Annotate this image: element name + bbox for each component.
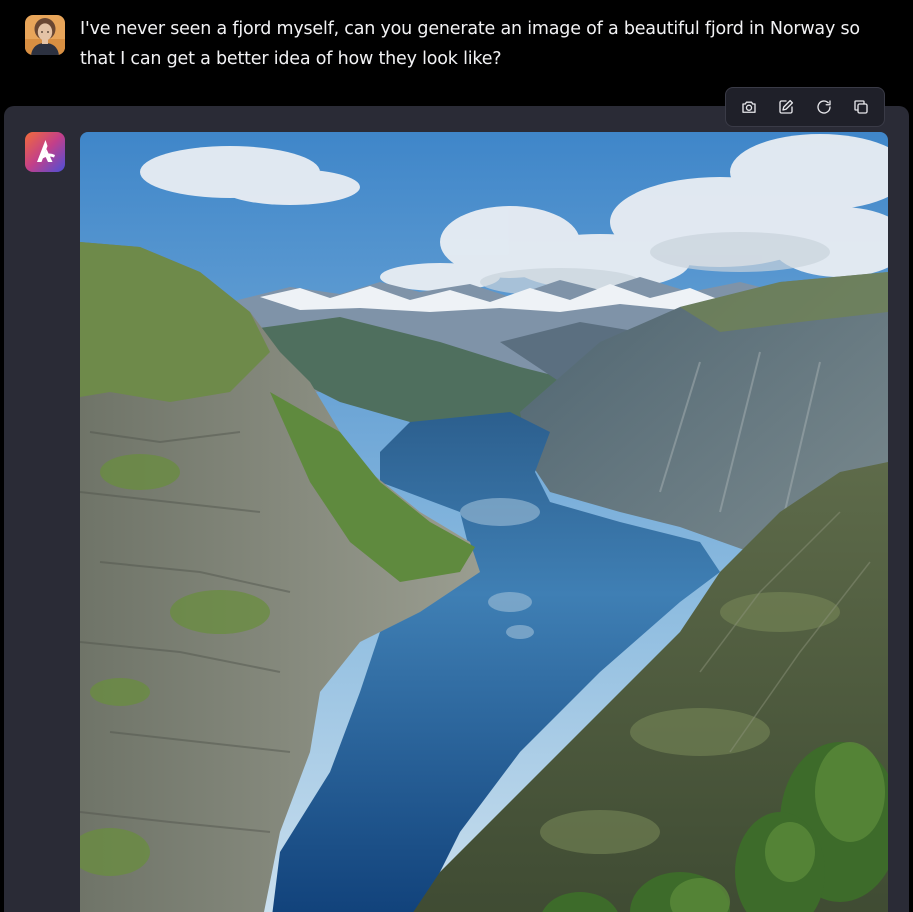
regenerate-button[interactable] — [808, 91, 840, 123]
copy-button[interactable] — [845, 91, 877, 123]
refresh-icon — [815, 98, 833, 116]
message-toolbar — [725, 87, 885, 127]
edit-icon — [777, 98, 795, 116]
camera-icon — [740, 98, 758, 116]
camera-button[interactable] — [733, 91, 765, 123]
copy-icon — [852, 98, 870, 116]
user-avatar — [25, 15, 65, 55]
user-message-text: I've never seen a fjord myself, can you … — [80, 19, 860, 69]
generated-fjord-image[interactable] — [80, 132, 888, 912]
chat-page: I've never seen a fjord myself, can you … — [0, 0, 913, 912]
edit-button[interactable] — [770, 91, 802, 123]
assistant-logo — [25, 132, 65, 172]
